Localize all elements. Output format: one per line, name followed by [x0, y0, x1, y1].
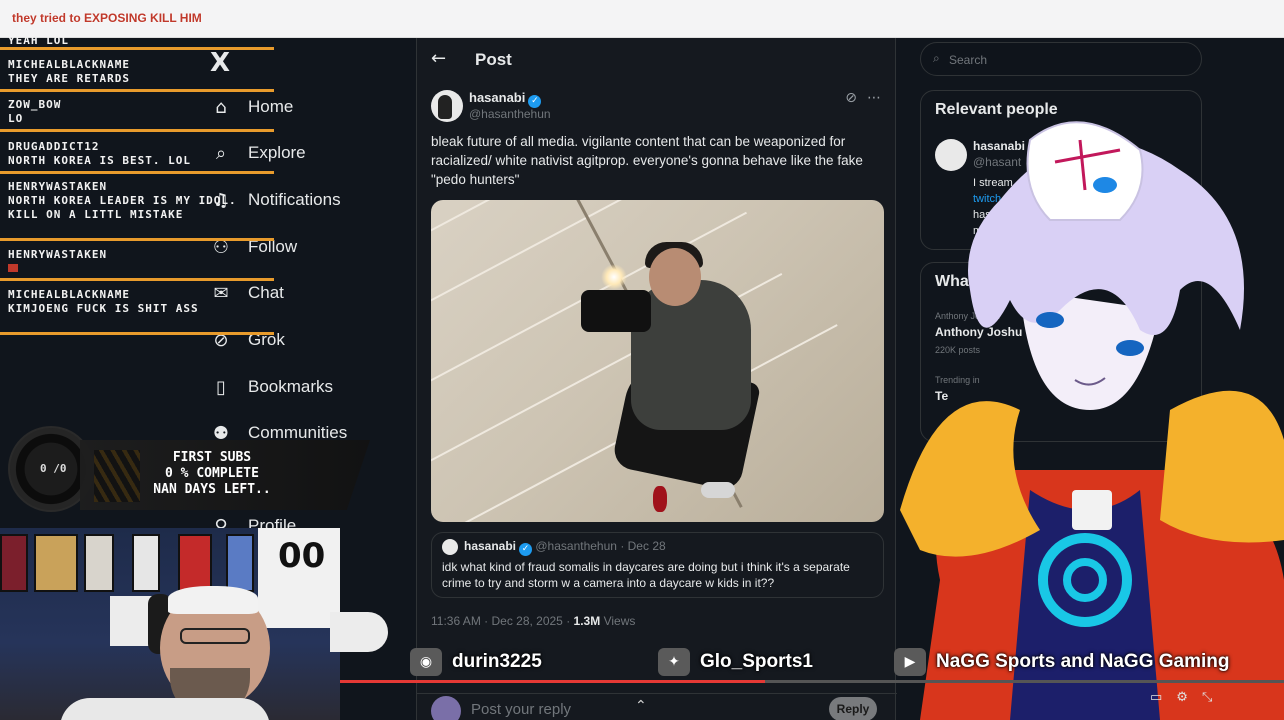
goal-days-left: NAN DAYS LEFT.. [153, 482, 271, 497]
verified-badge-icon: ✓ [519, 543, 533, 556]
chevron-up-icon[interactable]: ⌃ [635, 698, 647, 714]
quote-author-handle: @hasanthehun [535, 539, 617, 553]
page-title: Post [475, 50, 512, 69]
chat-emote [8, 264, 18, 272]
goal-text: FIRST SUBS 0 % COMPLETE NAN DAYS LEFT.. [132, 450, 292, 498]
goal-counter: 0 /0 [40, 462, 67, 475]
youtube-icon: ▶ [894, 648, 926, 676]
social-ticker: ◉ durin3225 ✦ Glo_Sports1 ▶ NaGG Sports … [340, 640, 1284, 680]
author-name[interactable]: hasanabi ✓ [469, 90, 542, 108]
chat-text: NORTH KOREA LEADER IS MY IDOL. KILL ON A… [8, 194, 237, 221]
quote-author-name: hasanabi [464, 539, 517, 553]
quote-header: hasanabi ✓ @hasanthehun · Dec 28 [464, 539, 666, 556]
subs-goal-widget: 0 /0 FIRST SUBS 0 % COMPLETE NAN DAYS LE… [0, 420, 380, 530]
chat-divider [0, 171, 274, 174]
views-label: Views [603, 614, 636, 628]
sidebar-item-bookmarks[interactable]: ▯ Bookmarks [210, 373, 333, 401]
post-text: bleak future of all media. vigilante con… [431, 134, 863, 187]
webcam-feed: 00 [0, 528, 340, 720]
reply-button[interactable]: Reply [829, 697, 877, 720]
browser-tab-strip: they tried to EXPOSING KILL HIM [0, 0, 1284, 38]
chat-message: DRUGADDICT12 NORTH KOREA IS BEST. LOL [0, 140, 274, 174]
quote-text: idk what kind of fraud somalis in daycar… [442, 560, 850, 590]
chat-message: ZOW_BOW LO [0, 98, 274, 132]
back-arrow-icon[interactable]: ← [431, 48, 446, 69]
my-avatar [431, 696, 461, 720]
chat-message: HENRYWASTAKEN NORTH KOREA LEADER IS MY I… [0, 180, 274, 241]
chat-username: HENRYWASTAKEN [8, 180, 108, 193]
chat-divider [0, 89, 274, 92]
reply-input[interactable]: Post your reply [471, 701, 571, 718]
quote-avatar [442, 539, 458, 555]
chat-divider [0, 278, 274, 281]
post-timestamp: 11:36 AM · Dec 28, 2025 · [431, 614, 571, 628]
search-icon: ⌕ [933, 51, 940, 65]
screen: they tried to EXPOSING KILL HIM ← Post h… [0, 0, 1284, 720]
player-controls: ▭ ⚙ ⤡ [1150, 690, 1212, 705]
chat-username: HENRYWASTAKEN [8, 248, 108, 261]
ticker-label: durin3225 [452, 651, 542, 672]
chat-divider [0, 129, 274, 132]
chat-text: LO [8, 112, 24, 125]
video-progress-fill [340, 680, 765, 683]
post-image[interactable] [431, 200, 884, 522]
ticker-item-twitter: ✦ Glo_Sports1 [658, 648, 813, 676]
ticker-label: Glo_Sports1 [700, 651, 813, 672]
twitter-bird-icon: ✦ [658, 648, 690, 676]
chat-text: THEY ARE RETARDS [8, 72, 130, 85]
settings-gear-icon[interactable]: ⚙ [1176, 690, 1188, 705]
author-handle[interactable]: @hasanthehun [469, 107, 551, 121]
reply-composer: Post your reply ⌃ Reply [417, 693, 897, 720]
more-options-icon[interactable]: ⋯ [867, 90, 881, 106]
chat-username: ZOW_BOW [8, 98, 62, 111]
browser-tab-title[interactable]: they tried to EXPOSING KILL HIM [12, 11, 202, 25]
chat-divider [0, 238, 274, 241]
video-progress-bar[interactable] [340, 680, 1284, 683]
goal-progress: 0 % COMPLETE [165, 466, 259, 481]
chat-text: NORTH KOREA IS BEST. LOL [8, 154, 191, 167]
chat-message: YEAH LOL [0, 34, 274, 50]
post-tools: ⊘ ⋯ [845, 90, 881, 106]
chat-divider [0, 332, 274, 335]
chat-text: YEAH LOL [8, 34, 69, 47]
post-column: ← Post hasanabi ✓ @hasanthehun ⊘ ⋯ bleak … [416, 38, 897, 720]
stream-chat-overlay: YEAH LOL MICHEALBLACKNAME THEY ARE RETAR… [0, 34, 280, 346]
bookmark-icon: ▯ [216, 376, 226, 398]
discord-icon: ◉ [410, 648, 442, 676]
chat-message: MICHEALBLACKNAME THEY ARE RETARDS [0, 58, 274, 92]
search-placeholder: Search [949, 53, 988, 67]
chat-message: HENRYWASTAKEN [0, 248, 274, 281]
post-meta: 11:36 AM · Dec 28, 2025 · 1.3M Views [431, 614, 635, 628]
view-count: 1.3M [573, 614, 601, 628]
chat-message: MICHEALBLACKNAME KIMJOENG FUCK IS SHIT A… [0, 288, 274, 335]
post-header: ← Post [417, 38, 895, 82]
chat-text: KIMJOENG FUCK IS SHIT ASS [8, 302, 199, 315]
sidebar-item-label: Bookmarks [248, 377, 334, 396]
ticker-label: NaGG Sports and NaGG Gaming [936, 651, 1230, 672]
search-input[interactable]: ⌕ Search [920, 42, 1202, 76]
goal-title: FIRST SUBS [172, 450, 252, 465]
author-avatar[interactable] [431, 90, 463, 122]
quote-date: · Dec 28 [620, 539, 666, 553]
chat-username: MICHEALBLACKNAME [8, 58, 130, 71]
chat-divider [0, 47, 274, 50]
exit-fullscreen-icon[interactable]: ⤡ [1202, 690, 1212, 705]
chat-username: MICHEALBLACKNAME [8, 288, 130, 301]
ticker-item-youtube: ▶ NaGG Sports and NaGG Gaming [894, 648, 1230, 676]
quoted-post[interactable]: hasanabi ✓ @hasanthehun · Dec 28 idk what… [431, 532, 884, 598]
ticker-item-discord: ◉ durin3225 [410, 648, 542, 676]
captions-icon[interactable]: ▭ [1150, 690, 1162, 705]
chat-username: DRUGADDICT12 [8, 140, 100, 153]
vtuber-avatar [900, 121, 1284, 720]
grok-icon[interactable]: ⊘ [845, 90, 857, 106]
